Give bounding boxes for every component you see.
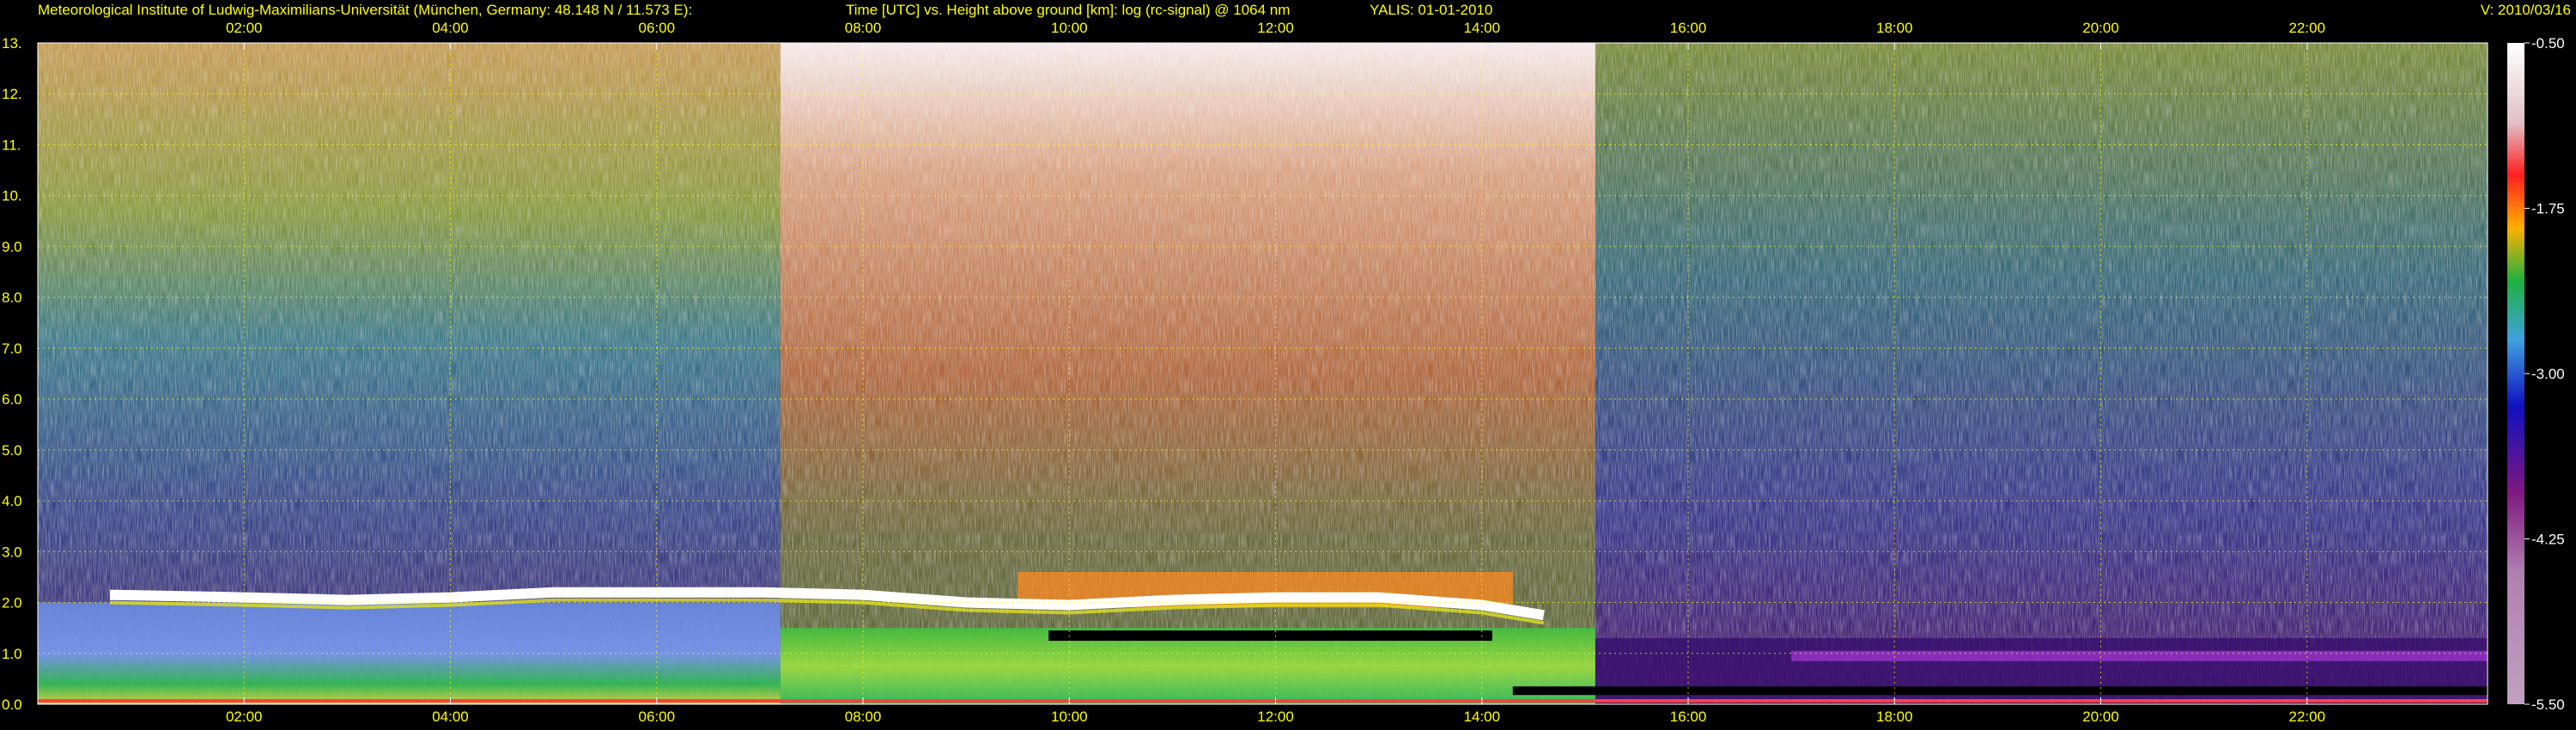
x-tick-label-bottom: 02:00 bbox=[226, 709, 263, 725]
x-tick-label-top: 18:00 bbox=[1876, 20, 1913, 36]
y-tick-label: 7.0 bbox=[2, 340, 22, 356]
y-tick-label: 3.0 bbox=[2, 544, 22, 560]
x-tick-label-top: 22:00 bbox=[2289, 20, 2326, 36]
colorbar-tick-label: -4.25 bbox=[2531, 532, 2565, 548]
cloud-shadow-band bbox=[1048, 630, 1492, 642]
residual-layer-night bbox=[1791, 650, 2488, 661]
x-tick-label-top: 20:00 bbox=[2082, 20, 2119, 36]
y-tick-label: 10. bbox=[2, 188, 22, 204]
y-tick-label: 13. bbox=[2, 35, 22, 52]
colorbar-tick-label: -1.75 bbox=[2531, 201, 2565, 217]
y-tick-label: 11. bbox=[2, 137, 21, 153]
y-tick-label: 5.0 bbox=[2, 442, 22, 459]
y-tick-label: 2.0 bbox=[2, 595, 22, 611]
colorbar bbox=[2507, 43, 2524, 704]
x-tick-label-top: 16:00 bbox=[1670, 20, 1707, 36]
x-tick-label-top: 14:00 bbox=[1463, 20, 1500, 36]
x-tick-label-top: 04:00 bbox=[432, 20, 469, 36]
x-tick-label-top: 08:00 bbox=[845, 20, 882, 36]
lidar-heatmap-chart: 02:00 02:00 04:00 04:00 06:00 06:00 08:00 08:00… bbox=[2, 20, 2565, 725]
colorbar-tick-label: -5.50 bbox=[2531, 697, 2565, 713]
x-tick-label-bottom: 22:00 bbox=[2289, 709, 2326, 725]
x-tick-label-bottom: 20:00 bbox=[2082, 709, 2119, 725]
y-tick-label: 0.0 bbox=[2, 697, 22, 713]
x-tick-label-bottom: 08:00 bbox=[845, 709, 882, 725]
y-tick-label: 4.0 bbox=[2, 493, 22, 509]
x-tick-label-bottom: 16:00 bbox=[1670, 709, 1707, 725]
x-tick-label-bottom: 14:00 bbox=[1463, 709, 1500, 725]
y-tick-label: 12. bbox=[2, 86, 22, 102]
x-tick-label-top: 02:00 bbox=[226, 20, 263, 36]
y-tick-label: 9.0 bbox=[2, 239, 22, 255]
y-tick-label: 6.0 bbox=[2, 392, 22, 408]
x-tick-label-top: 12:00 bbox=[1257, 20, 1294, 36]
x-tick-label-top: 06:00 bbox=[638, 20, 675, 36]
x-tick-label-bottom: 18:00 bbox=[1876, 709, 1913, 725]
y-tick-label: 8.0 bbox=[2, 289, 22, 306]
colorbar-tick-label: -0.50 bbox=[2531, 35, 2565, 52]
x-tick-label-bottom: 04:00 bbox=[432, 709, 469, 725]
near-ground-dark-band bbox=[1512, 686, 2488, 696]
x-tick-label-bottom: 06:00 bbox=[638, 709, 675, 725]
colorbar-tick-label: -3.00 bbox=[2531, 366, 2565, 382]
x-tick-label-bottom: 10:00 bbox=[1051, 709, 1088, 725]
x-tick-label-top: 10:00 bbox=[1051, 20, 1088, 36]
x-tick-label-bottom: 12:00 bbox=[1257, 709, 1294, 725]
y-tick-label: 1.0 bbox=[2, 646, 22, 662]
